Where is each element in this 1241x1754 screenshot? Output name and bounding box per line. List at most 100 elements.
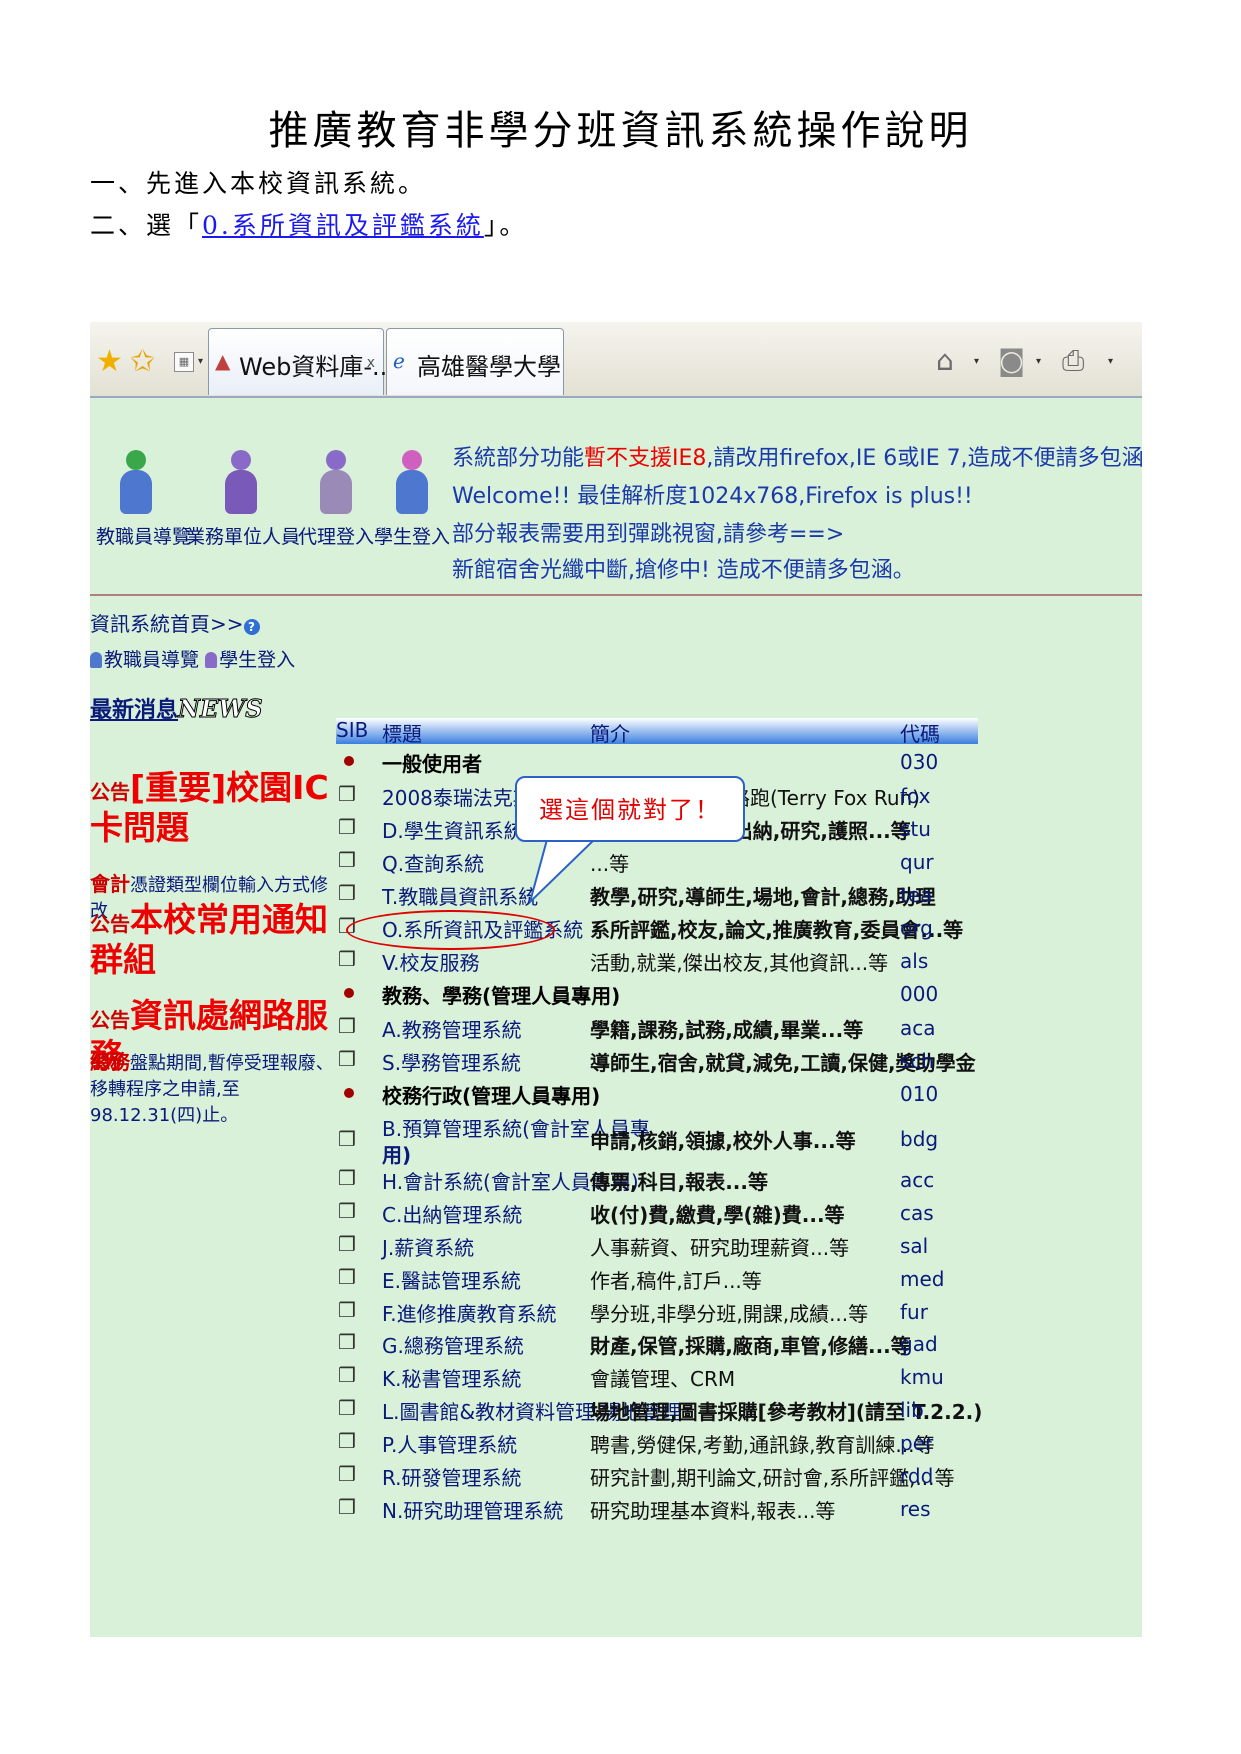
news-tag: 公告 [90,1008,130,1032]
row-title[interactable]: P.人事管理系統 [382,1429,517,1458]
table-row[interactable]: ❒ B.預算管理系統(會計室人員專 用) 申請,核銷,領據,校外人事...等 bdg [336,1113,1142,1167]
document-icon: ❒ [338,1462,356,1486]
step-2-suffix: 」。 [483,211,528,240]
chevron-down-icon[interactable]: ▾ [198,356,203,367]
row-title[interactable]: E.醫誌管理系統 [382,1265,521,1294]
table-row[interactable]: ❒ N.研究助理管理系統 研究助理基本資料,報表...等 res [336,1495,1142,1528]
tab-kmu[interactable]: ℯ 高雄醫學大學 [386,328,564,395]
link-staff-guide[interactable]: 教職員導覽 [104,649,199,671]
notice-dorm: 新館宿舍光纖中斷,搶修中! 造成不便請多包涵。 [452,558,915,583]
table-row[interactable]: ❒ J.薪資系統 人事薪資、研究助理薪資...等 sal [336,1232,1142,1265]
row-title[interactable]: N.研究助理管理系統 [382,1495,563,1524]
table-row[interactable]: ❒ S.學務管理系統 導師生,宿舍,就貸,減免,工讀,保健,獎助學金 sch [336,1047,1142,1080]
table-row[interactable]: ❒ G.總務管理系統 財產,保管,採購,廠商,車管,修繕...等 gad [336,1330,1142,1363]
row-title[interactable]: C.出納管理系統 [382,1199,522,1228]
row-title[interactable]: G.總務管理系統 [382,1330,524,1359]
row-code: fox [900,784,931,808]
step-2-link[interactable]: 0.系所資訊及評鑑系統 [202,211,484,240]
print-icon[interactable]: ⎙ [1062,344,1084,378]
nav-business-unit[interactable]: 業務單位人員 [186,450,301,549]
chevron-down-icon[interactable]: ▾ [974,356,979,367]
table-row[interactable]: ❒ H.會計系統(會計室人員專用) 傳票,科目,報表...等 acc [336,1166,1142,1199]
nav-student-login[interactable]: 學生登入 [374,450,450,549]
table-row[interactable]: ❒ E.醫誌管理系統 作者,稿件,訂戶...等 med [336,1265,1142,1298]
row-title[interactable]: T.教職員資訊系統 [382,881,538,910]
tab-web-database[interactable]: ▲ Web資料庫-... x [208,328,395,395]
rss-feed-icon[interactable]: ◙ [998,344,1025,377]
nav-proxy-login[interactable]: 代理登入 [296,450,376,549]
row-intro: 教學,研究,導師生,場地,會計,總務,助理 [590,885,936,909]
news-item[interactable]: 公告[重要]校園IC卡問題 [90,768,345,848]
student-person-icon [392,450,432,520]
row-code: org [900,916,933,940]
row-title[interactable]: Q.查詢系統 [382,848,484,877]
table-row[interactable]: ❒ P.人事管理系統 聘書,勞健保,考勤,通訊錄,教育訓練...等 per [336,1429,1142,1462]
home-icon[interactable]: ⌂ [936,344,954,377]
quick-tabs-icon[interactable]: ▦ [174,352,194,372]
nav-staff-guide[interactable]: 教職員導覽 [96,450,191,549]
row-intro: 財產,保管,採購,廠商,車管,修繕...等 [590,1334,911,1358]
news-tag: 公告 [90,912,130,936]
category-bullet-icon [344,1088,354,1098]
row-title-continued[interactable]: 用) [382,1139,411,1168]
row-title[interactable]: D.學生資訊系統 [382,815,524,844]
callout-text: 選這個就對了！ [539,796,721,824]
table-row[interactable]: ❒ K.秘書管理系統 會議管理、CRM kmu [336,1363,1142,1396]
notice-ie8: 系統部分功能暫不支援IE8,請改用firefox,IE 6或IE 7,造成不便請… [452,440,1142,472]
row-title[interactable]: S.學務管理系統 [382,1047,521,1076]
table-row[interactable]: 校務行政(管理人員專用) 010 [336,1080,1142,1113]
step-2-prefix: 二、選「 [90,211,203,240]
proxy-person-icon [316,450,356,520]
home-link[interactable]: 資訊系統首頁>>? [90,608,345,637]
row-code: res [900,1497,931,1521]
news-tag: 會計 [90,872,130,896]
row-code: lib [900,1398,924,1422]
callout-tail [528,836,600,906]
nav-label: 業務單位人員 [186,526,301,548]
table-row[interactable]: ❒ F.進修推廣教育系統 學分班,非學分班,開課,成績...等 fur [336,1298,1142,1331]
table-row[interactable]: ❒ L.圖書館&教材資料管理,場地管理 場地管理,圖書採購[參考教材](請至 T.2… [336,1396,1142,1429]
notice-popup[interactable]: 部分報表需要用到彈跳視窗,請參考==> [452,516,844,548]
document-icon: ❒ [338,1396,356,1420]
row-title[interactable]: K.秘書管理系統 [382,1363,521,1392]
close-icon[interactable]: x [367,355,375,371]
business-person-icon [221,450,261,520]
ie-icon: ℯ [393,349,405,373]
row-code: qur [900,850,934,874]
news-heading-zh[interactable]: 最新消息 [90,698,178,723]
news-item[interactable]: 公告本校常用通知群組 [90,900,345,980]
table-row[interactable]: ❒ R.研發管理系統 研究計劃,期刊論文,研討會,系所評鑑,...等 rdd [336,1462,1142,1495]
table-row[interactable]: ❒ Q.查詢系統 ...等 qur [336,848,1142,881]
row-code: aca [900,1016,936,1040]
row-intro: 傳票,科目,報表...等 [590,1170,768,1194]
row-title[interactable]: F.進修推廣教育系統 [382,1298,557,1327]
quick-links: 教職員導覽 學生登入 [90,645,345,672]
row-title[interactable]: A.教務管理系統 [382,1014,522,1043]
row-code: acc [900,1168,935,1192]
row-code: bdg [900,1127,939,1151]
table-row[interactable]: ❒ V.校友服務 活動,就業,傑出校友,其他資訊...等 als [336,947,1142,980]
table-row[interactable]: 教務、學務(管理人員專用) 000 [336,980,1142,1013]
row-intro: 學籍,課務,試務,成績,畢業...等 [590,1018,864,1042]
row-title[interactable]: V.校友服務 [382,947,479,976]
document-icon: ❒ [338,848,356,872]
step-2: 二、選「0.系所資訊及評鑑系統」。 [90,206,527,242]
document-icon: ❒ [338,1166,356,1190]
table-row[interactable]: ❒ A.教務管理系統 學籍,課務,試務,成績,畢業...等 aca [336,1014,1142,1047]
chevron-down-icon[interactable]: ▾ [1108,356,1113,367]
row-code: tea [900,883,933,907]
link-student-login[interactable]: 學生登入 [219,649,295,671]
add-favorites-icon[interactable]: ✩ [130,344,155,379]
news-tag: 公告 [90,780,130,804]
row-title[interactable]: J.薪資系統 [382,1232,474,1261]
favorites-star-icon[interactable]: ★ [96,344,123,379]
row-title[interactable]: R.研發管理系統 [382,1462,522,1491]
category-bullet-icon [344,756,354,766]
news-item[interactable]: 總務盤點期間,暫停受理報廢、移轉程序之申請,至98.12.31(四)止。 [90,1046,345,1129]
category-bullet-icon [344,988,354,998]
table-row[interactable]: ❒ C.出納管理系統 收(付)費,繳費,學(雜)費...等 cas [336,1199,1142,1232]
row-code: kmu [900,1365,944,1389]
help-icon[interactable]: ? [243,619,260,635]
chevron-down-icon[interactable]: ▾ [1036,356,1041,367]
row-intro: 研究助理基本資料,報表...等 [590,1499,836,1523]
